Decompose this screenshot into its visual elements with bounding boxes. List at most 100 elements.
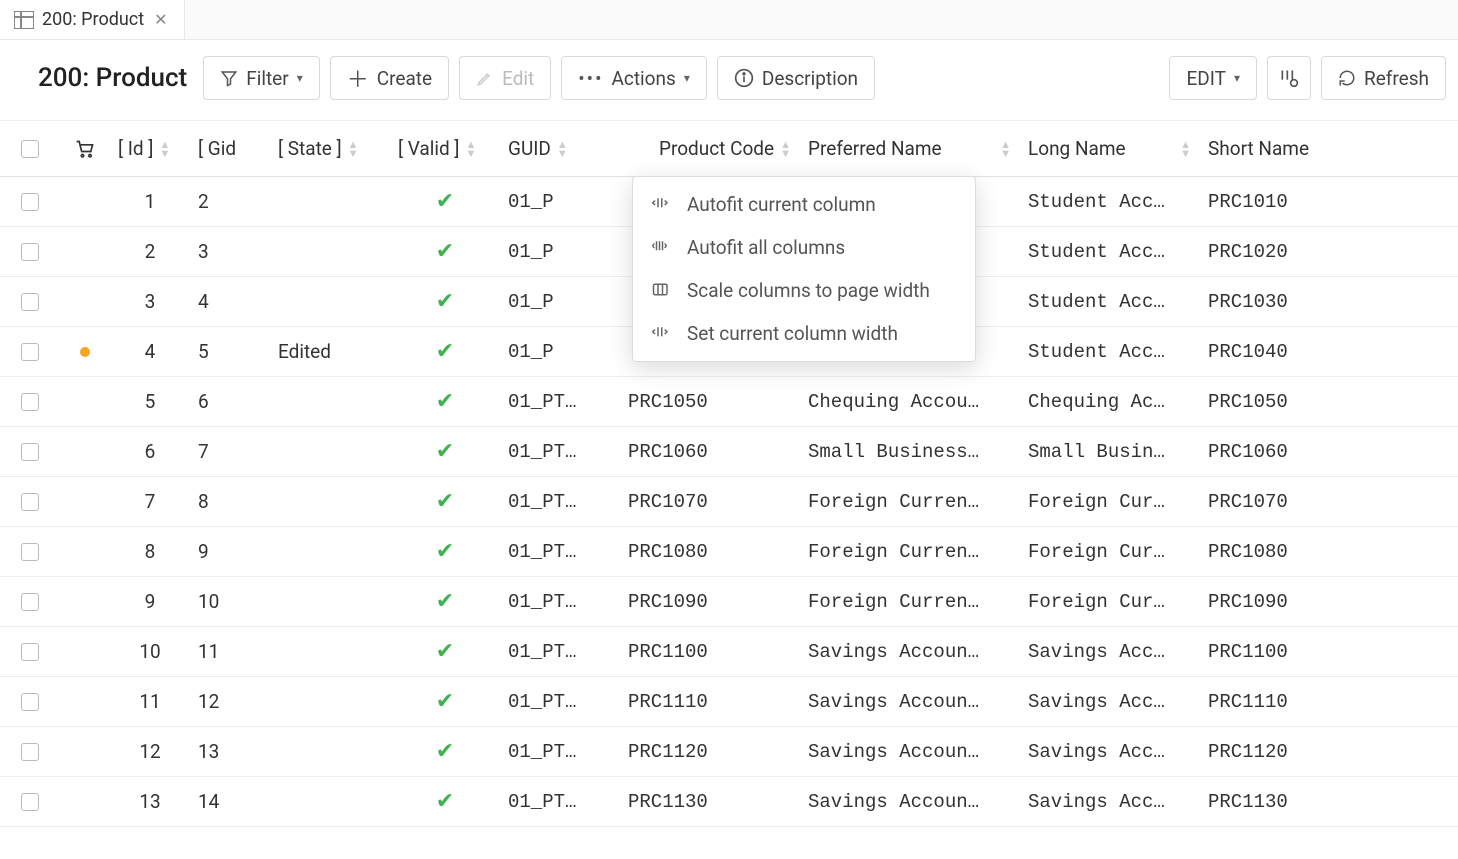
cell-guid[interactable]: 01_PT… [500,691,620,713]
row-checkbox[interactable] [0,543,60,561]
cell-short-name[interactable]: PRC1020 [1200,241,1330,263]
cell-id[interactable]: 7 [110,490,190,513]
tab-product[interactable]: 200: Product ✕ [0,0,185,39]
cell-gid[interactable]: 6 [190,390,270,413]
cell-gid[interactable]: 14 [190,790,270,813]
table-row[interactable]: 1011✔01_PT…PRC1100Savings Accoun…Savings… [0,627,1458,677]
cell-guid[interactable]: 01_PT… [500,541,620,563]
cell-gid[interactable]: 3 [190,240,270,263]
cell-gid[interactable]: 2 [190,190,270,213]
header-guid[interactable]: GUID▲▼ [500,137,620,160]
cell-valid[interactable]: ✔ [390,439,500,464]
cell-guid[interactable]: 01_PT… [500,491,620,513]
cell-preferred-name[interactable]: Foreign Curren… [800,491,1020,513]
cell-product-code[interactable]: PRC1060 [620,441,800,463]
row-checkbox[interactable] [0,293,60,311]
cell-valid[interactable]: ✔ [390,239,500,264]
description-button[interactable]: Description [717,56,875,100]
cell-long-name[interactable]: Student Acc… [1020,291,1200,313]
header-state[interactable]: [ State ]▲▼ [270,137,390,160]
table-row[interactable]: 1213✔01_PT…PRC1120Savings Accoun…Savings… [0,727,1458,777]
row-checkbox[interactable] [0,743,60,761]
cell-long-name[interactable]: Savings Acc… [1020,791,1200,813]
cell-id[interactable]: 11 [110,690,190,713]
cell-valid[interactable]: ✔ [390,339,500,364]
cell-id[interactable]: 2 [110,240,190,263]
cell-state[interactable]: Edited [270,340,390,363]
cell-short-name[interactable]: PRC1130 [1200,791,1330,813]
cell-product-code[interactable]: PRC1120 [620,741,800,763]
cell-gid[interactable]: 13 [190,740,270,763]
table-row[interactable]: 89✔01_PT…PRC1080Foreign Curren…Foreign C… [0,527,1458,577]
row-checkbox[interactable] [0,643,60,661]
header-product-code[interactable]: Product Code▲▼ [620,137,800,160]
row-checkbox[interactable] [0,793,60,811]
cell-short-name[interactable]: PRC1030 [1200,291,1330,313]
cell-short-name[interactable]: PRC1070 [1200,491,1330,513]
cell-long-name[interactable]: Student Acc… [1020,341,1200,363]
sort-icon[interactable]: ▲▼ [1180,140,1191,158]
cell-gid[interactable]: 9 [190,540,270,563]
sort-icon[interactable]: ▲▼ [348,140,359,158]
cell-valid[interactable]: ✔ [390,489,500,514]
autofit-all-columns[interactable]: Autofit all columns [633,226,975,269]
cell-valid[interactable]: ✔ [390,589,500,614]
cell-id[interactable]: 8 [110,540,190,563]
cell-long-name[interactable]: Foreign Cur… [1020,491,1200,513]
create-button[interactable]: ＋ Create [330,56,449,100]
cell-product-code[interactable]: PRC1110 [620,691,800,713]
column-settings-button[interactable] [1267,56,1311,100]
header-checkbox[interactable] [0,140,60,158]
cell-product-code[interactable]: PRC1100 [620,641,800,663]
header-long-name[interactable]: Long Name▲▼ [1020,137,1200,160]
header-short-name[interactable]: Short Name [1200,137,1330,160]
cell-valid[interactable]: ✔ [390,389,500,414]
row-checkbox[interactable] [0,243,60,261]
cell-product-code[interactable]: PRC1070 [620,491,800,513]
scale-columns-page-width[interactable]: Scale columns to page width [633,269,975,312]
header-preferred-name[interactable]: Preferred Name▲▼ [800,137,1020,160]
header-cart[interactable] [60,139,110,159]
cell-guid[interactable]: 01_PT… [500,441,620,463]
header-valid[interactable]: [ Valid ]▲▼ [390,137,500,160]
mode-button[interactable]: EDIT ▾ [1169,56,1257,100]
cell-product-code[interactable]: PRC1050 [620,391,800,413]
sort-icon[interactable]: ▲▼ [780,140,791,158]
sort-icon[interactable]: ▲▼ [465,140,476,158]
cell-short-name[interactable]: PRC1040 [1200,341,1330,363]
cell-guid[interactable]: 01_PT… [500,641,620,663]
cell-guid[interactable]: 01_P [500,191,620,213]
cell-id[interactable]: 3 [110,290,190,313]
cell-id[interactable]: 4 [110,340,190,363]
cell-product-code[interactable]: PRC1090 [620,591,800,613]
cell-preferred-name[interactable]: Foreign Curren… [800,541,1020,563]
table-row[interactable]: 56✔01_PT…PRC1050Chequing Accou…Chequing … [0,377,1458,427]
cell-guid[interactable]: 01_P [500,341,620,363]
cell-short-name[interactable]: PRC1100 [1200,641,1330,663]
set-current-column-width[interactable]: Set current column width [633,312,975,355]
cell-short-name[interactable]: PRC1110 [1200,691,1330,713]
row-checkbox[interactable] [0,593,60,611]
cell-valid[interactable]: ✔ [390,539,500,564]
cell-preferred-name[interactable]: Savings Accoun… [800,791,1020,813]
cell-product-code[interactable]: PRC1080 [620,541,800,563]
cell-id[interactable]: 9 [110,590,190,613]
row-checkbox[interactable] [0,443,60,461]
cell-preferred-name[interactable]: Chequing Accou… [800,391,1020,413]
cell-short-name[interactable]: PRC1080 [1200,541,1330,563]
cell-preferred-name[interactable]: Savings Accoun… [800,691,1020,713]
cell-long-name[interactable]: Savings Acc… [1020,691,1200,713]
sort-icon[interactable]: ▲▼ [557,140,568,158]
cell-long-name[interactable]: Chequing Ac… [1020,391,1200,413]
cell-id[interactable]: 13 [110,790,190,813]
cell-valid[interactable]: ✔ [390,689,500,714]
row-checkbox[interactable] [0,393,60,411]
cell-gid[interactable]: 8 [190,490,270,513]
cell-gid[interactable]: 7 [190,440,270,463]
refresh-button[interactable]: Refresh [1321,56,1446,100]
cell-id[interactable]: 12 [110,740,190,763]
cell-guid[interactable]: 01_PT… [500,741,620,763]
table-row[interactable]: 910✔01_PT…PRC1090Foreign Curren…Foreign … [0,577,1458,627]
cell-long-name[interactable]: Savings Acc… [1020,741,1200,763]
cell-long-name[interactable]: Foreign Cur… [1020,591,1200,613]
